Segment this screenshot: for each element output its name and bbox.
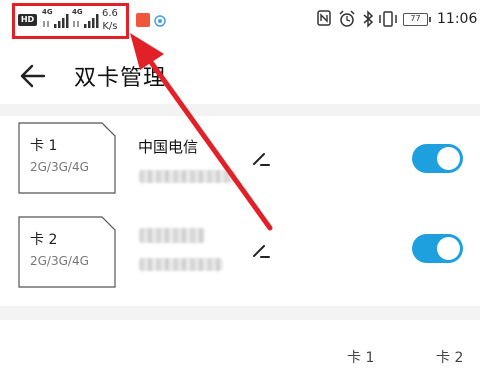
battery-icon: 77 bbox=[403, 13, 431, 26]
clock: 11:06 bbox=[437, 11, 478, 27]
toggle-knob bbox=[437, 147, 460, 170]
sim-card-1-carrier: 中国电信 bbox=[138, 138, 199, 156]
sim-card-2-icon: 卡 2 2G/3G/4G bbox=[18, 216, 116, 288]
sim-card-2-edit-icon[interactable] bbox=[249, 240, 271, 262]
sim-card-1-icon: 卡 1 2G/3G/4G bbox=[18, 122, 116, 194]
vibrate-icon bbox=[378, 10, 398, 32]
highlight-box bbox=[12, 3, 129, 39]
sim-card-2-number-blurred bbox=[139, 258, 223, 271]
sim-card-1-label: 卡 1 bbox=[30, 138, 58, 154]
back-arrow-icon[interactable] bbox=[18, 62, 48, 90]
sim-card-2-toggle[interactable] bbox=[412, 234, 463, 263]
toggle-knob bbox=[437, 237, 460, 260]
section-divider bbox=[0, 104, 480, 116]
section-divider bbox=[0, 306, 480, 320]
sim-card-2-tech: 2G/3G/4G bbox=[30, 254, 89, 268]
alarm-icon bbox=[338, 10, 356, 32]
sim-card-1-toggle[interactable] bbox=[412, 144, 463, 173]
sim-card-1-edit-icon[interactable] bbox=[249, 148, 271, 170]
app-notification-icon bbox=[136, 13, 150, 27]
bluetooth-icon bbox=[362, 10, 374, 32]
app-notification-icon-2 bbox=[153, 13, 167, 27]
column-header-card1: 卡 1 bbox=[347, 350, 375, 366]
status-bar: HD 4G 4G 6.6 K/s 77 11:06 bbox=[0, 0, 480, 42]
sim-card-1-number-blurred bbox=[139, 170, 235, 183]
page-title: 双卡管理 bbox=[74, 66, 167, 91]
sim-card-2-label: 卡 2 bbox=[30, 232, 58, 248]
sim-card-1-tech: 2G/3G/4G bbox=[30, 160, 89, 174]
nfc-icon bbox=[317, 10, 331, 30]
annotation-arrow bbox=[130, 33, 273, 231]
sim-card-2-carrier-blurred bbox=[139, 228, 205, 243]
column-header-card2: 卡 2 bbox=[436, 350, 464, 366]
